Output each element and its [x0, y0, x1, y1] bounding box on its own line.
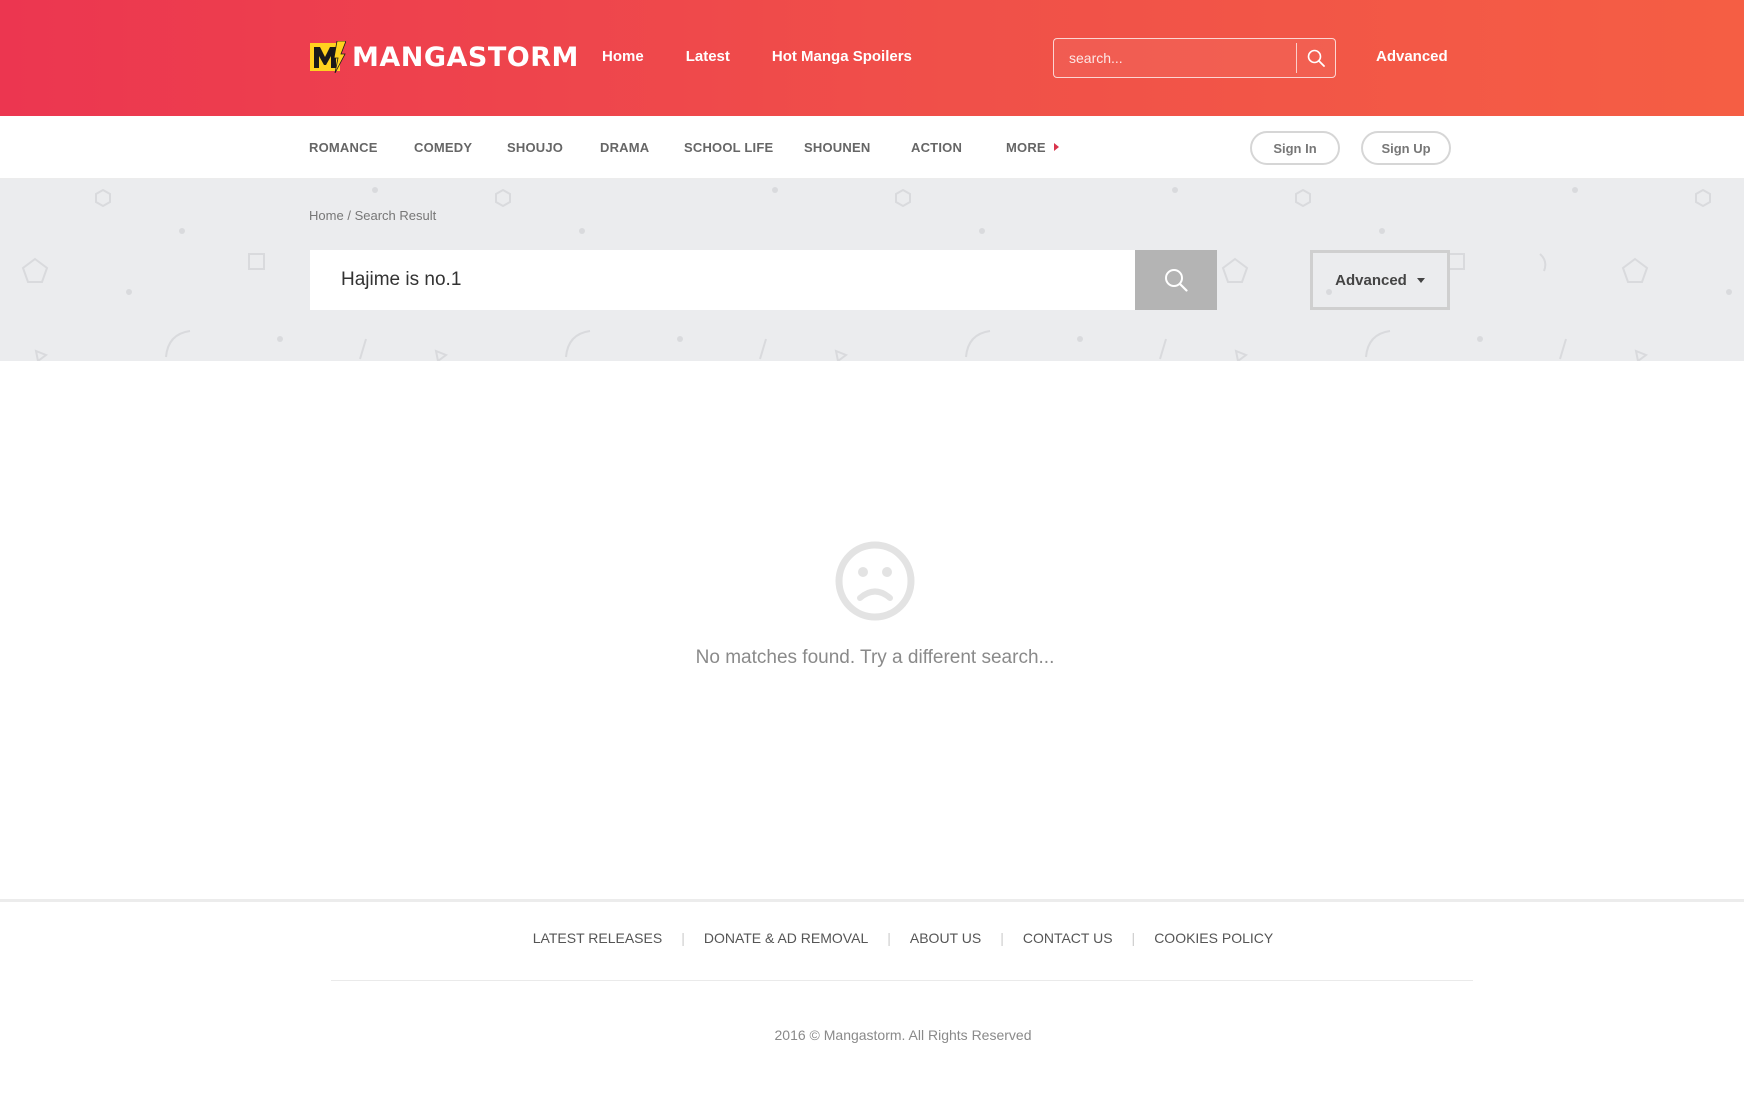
caret-down-icon: [1416, 277, 1425, 283]
brand-name: MANGASTORM: [352, 41, 579, 73]
advanced-search-label: Advanced: [1335, 271, 1407, 289]
category-school-life[interactable]: SCHOOL LIFE: [684, 140, 773, 155]
breadcrumb-current: Search Result: [354, 208, 437, 223]
search-icon: [1165, 269, 1188, 292]
footer-link-contact-us[interactable]: CONTACT US: [1023, 930, 1113, 946]
footer-separator: |: [681, 930, 685, 946]
site-footer: LATEST RELEASES | DONATE & AD REMOVAL | …: [0, 899, 1744, 1100]
sign-in-button[interactable]: Sign In: [1250, 131, 1340, 165]
footer-link-about-us[interactable]: ABOUT US: [910, 930, 981, 946]
nav-link-latest[interactable]: Latest: [686, 48, 730, 65]
footer-link-donate[interactable]: DONATE & AD REMOVAL: [704, 930, 868, 946]
nav-link-hot-manga-spoilers[interactable]: Hot Manga Spoilers: [772, 48, 912, 65]
site-logo[interactable]: MANGASTORM: [310, 40, 579, 74]
category-shoujo[interactable]: SHOUJO: [507, 140, 563, 155]
category-shounen[interactable]: SHOUNEN: [804, 140, 870, 155]
category-comedy[interactable]: COMEDY: [414, 140, 472, 155]
no-results-message: No matches found. Try a different search…: [695, 647, 1055, 668]
footer-links: LATEST RELEASES | DONATE & AD REMOVAL | …: [0, 930, 1744, 946]
nav-link-home[interactable]: Home: [602, 48, 644, 65]
breadcrumb-home[interactable]: Home: [309, 208, 344, 223]
footer-link-latest-releases[interactable]: LATEST RELEASES: [533, 930, 662, 946]
sad-face-icon: [835, 541, 915, 621]
advanced-search-dropdown[interactable]: Advanced: [1310, 250, 1450, 310]
category-action[interactable]: ACTION: [911, 140, 962, 155]
category-romance[interactable]: ROMANCE: [309, 140, 378, 155]
top-nav: Home Latest Hot Manga Spoilers: [602, 48, 912, 65]
header-search-input[interactable]: [1054, 39, 1296, 77]
search-icon: [1307, 49, 1325, 67]
search-band: Home / Search Result Advanced: [0, 179, 1744, 361]
header-advanced-link[interactable]: Advanced: [1376, 48, 1448, 65]
category-more[interactable]: MORE: [1006, 140, 1059, 155]
footer-link-cookies-policy[interactable]: COOKIES POLICY: [1154, 930, 1273, 946]
footer-divider: [331, 980, 1473, 981]
category-bar: ROMANCE COMEDY SHOUJO DRAMA SCHOOL LIFE …: [0, 116, 1744, 179]
main-search-button[interactable]: [1135, 250, 1217, 310]
main-search-input[interactable]: [310, 250, 1135, 310]
footer-separator: |: [1000, 930, 1004, 946]
header-search-button[interactable]: [1297, 39, 1335, 77]
site-header: MANGASTORM Home Latest Hot Manga Spoiler…: [0, 0, 1744, 116]
m-bolt-logo-icon: [310, 41, 346, 73]
caret-right-icon: [1053, 143, 1059, 151]
footer-separator: |: [887, 930, 891, 946]
copyright-text: 2016 © Mangastorm. All Rights Reserved: [774, 1027, 1032, 1043]
category-drama[interactable]: DRAMA: [600, 140, 649, 155]
breadcrumb-separator: /: [347, 208, 351, 223]
sign-up-button[interactable]: Sign Up: [1361, 131, 1451, 165]
category-more-label: MORE: [1006, 140, 1046, 155]
main-search: [310, 250, 1217, 310]
header-search: [1053, 38, 1336, 78]
footer-separator: |: [1131, 930, 1136, 946]
breadcrumb: Home / Search Result: [309, 208, 436, 223]
